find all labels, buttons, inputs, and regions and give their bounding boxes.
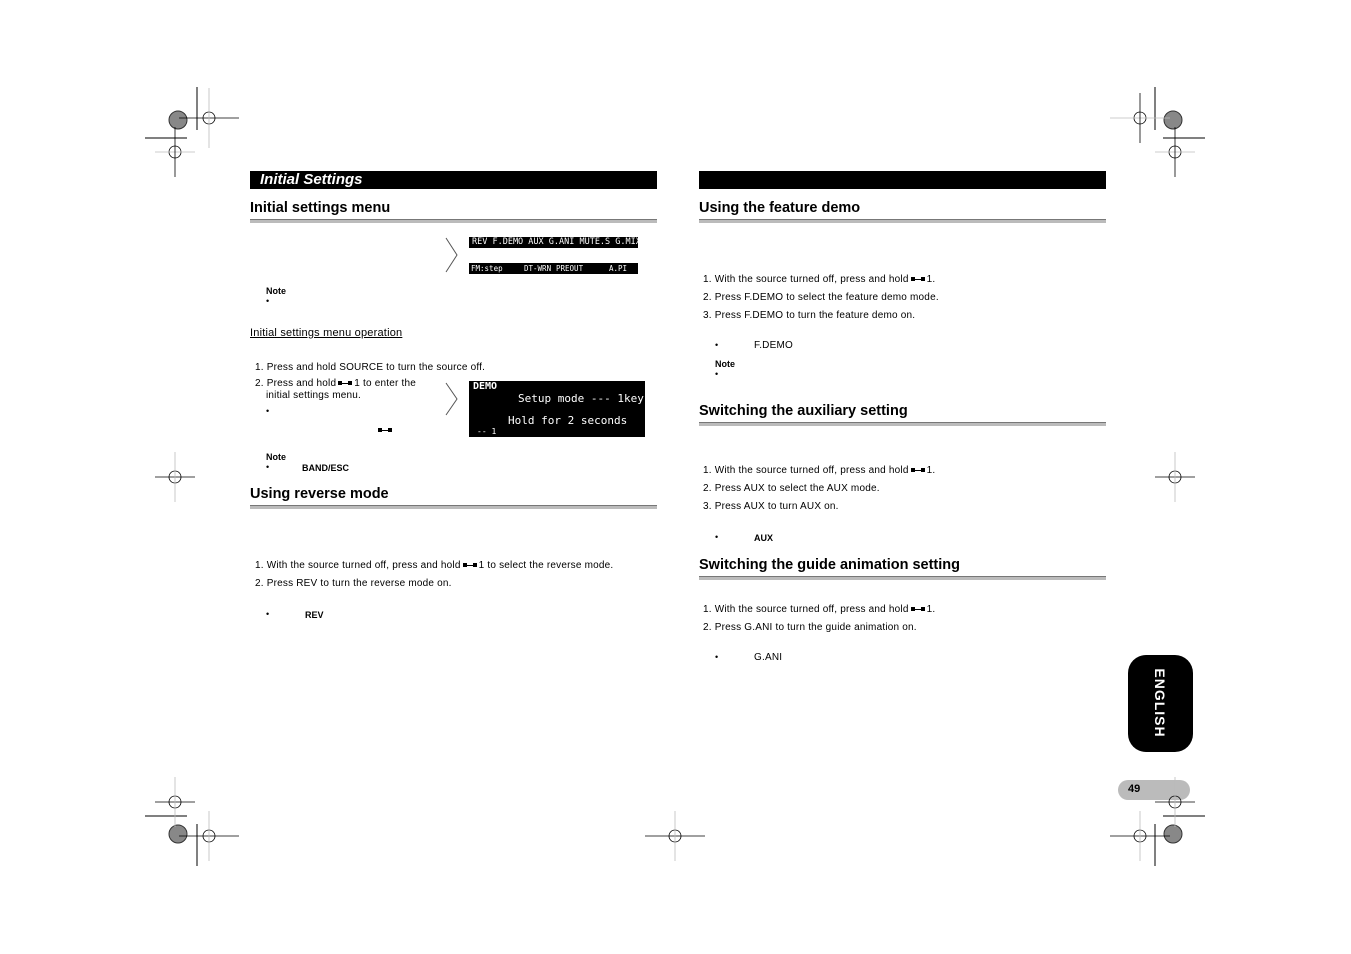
crop-marks xyxy=(145,87,1205,866)
